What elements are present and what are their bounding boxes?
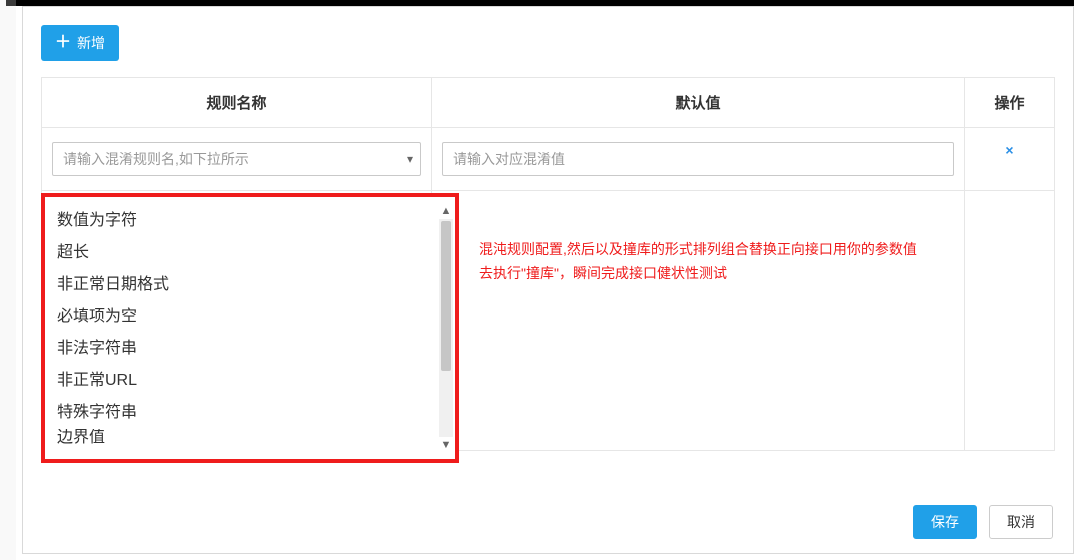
left-edge [0, 0, 16, 560]
annotation-text: 混沌规则配置,然后以及撞库的形式排列组合替换正向接口用你的参数值 去执行"撞库"… [479, 237, 1033, 285]
dropdown-option[interactable]: 超长 [57, 237, 437, 269]
scroll-thumb[interactable] [441, 221, 451, 371]
col-header-default: 默认值 [432, 78, 965, 128]
dropdown-option[interactable]: 特殊字符串 [57, 397, 437, 429]
dropdown-option[interactable]: 数值为字符 [57, 205, 437, 237]
default-value-input[interactable] [442, 142, 954, 176]
scroll-down-icon[interactable]: ▼ [441, 439, 452, 451]
scroll-up-icon[interactable]: ▲ [441, 205, 452, 217]
annotation-line2: 去执行"撞库"，瞬间完成接口健状性测试 [479, 261, 1033, 285]
col-header-name: 规则名称 [42, 78, 432, 128]
cancel-button[interactable]: 取消 [989, 505, 1053, 539]
table-row: ▾ × [42, 128, 1055, 191]
plus-icon: ＋ [55, 35, 71, 51]
dropdown-option[interactable]: 边界值 [57, 429, 437, 447]
delete-row-button[interactable]: × [975, 142, 1044, 158]
dropdown-list[interactable]: 数值为字符 超长 非正常日期格式 必填项为空 非法字符串 非正常URL 特殊字符… [45, 203, 437, 453]
scroll-track[interactable] [439, 219, 453, 437]
save-button[interactable]: 保存 [913, 505, 977, 539]
app-frame: ＋ 新增 规则名称 默认值 操作 ▾ [0, 0, 1080, 560]
dropdown-option[interactable]: 非法字符串 [57, 333, 437, 365]
rule-name-select[interactable]: ▾ [52, 142, 421, 176]
col-header-action: 操作 [965, 78, 1055, 128]
dropdown-option[interactable]: 必填项为空 [57, 301, 437, 333]
dropdown-scrollbar[interactable]: ▲ ▼ [437, 203, 455, 453]
dialog-footer: 保存 取消 [913, 505, 1053, 539]
rule-name-dropdown: 数值为字符 超长 非正常日期格式 必填项为空 非法字符串 非正常URL 特殊字符… [41, 193, 459, 463]
add-button-label: 新增 [77, 33, 105, 53]
rule-name-input[interactable] [52, 142, 421, 176]
dropdown-option[interactable]: 非正常URL [57, 365, 437, 397]
table-header-row: 规则名称 默认值 操作 [42, 78, 1055, 128]
dropdown-option[interactable]: 非正常日期格式 [57, 269, 437, 301]
annotation-line1: 混沌规则配置,然后以及撞库的形式排列组合替换正向接口用你的参数值 [479, 237, 1033, 261]
dialog-content: ＋ 新增 规则名称 默认值 操作 ▾ [22, 6, 1074, 554]
add-button[interactable]: ＋ 新增 [41, 25, 119, 61]
